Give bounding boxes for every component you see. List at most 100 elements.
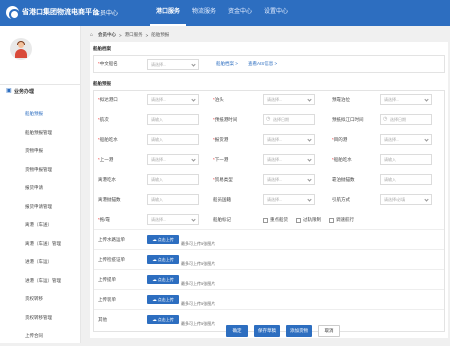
voyage-input[interactable]: 请输入: [147, 114, 199, 125]
sidebar-item-cargo-declare-manage[interactable]: 货物申报管理: [0, 161, 81, 180]
crew-nationality-select[interactable]: 请选择...: [263, 194, 315, 205]
sidebar-item-cargo-declare[interactable]: 货物申报: [0, 142, 81, 161]
confirm-button[interactable]: 确定: [226, 325, 248, 337]
sidebar-item-ship-forecast-manage[interactable]: 船舶预报管理: [0, 124, 81, 143]
upload-hint: 最多可上传5张图片: [181, 281, 216, 286]
cancel-button[interactable]: 取消: [318, 325, 340, 337]
divider: [0, 84, 81, 85]
tug-select[interactable]: 请选择...: [147, 214, 199, 225]
upload-label: 上传水路运单: [98, 237, 125, 242]
sidebar-item-arrival-manage[interactable]: 进港（车运）管理: [0, 272, 81, 291]
upload-hint: 最多可上传5张图片: [181, 261, 216, 266]
breadcrumb: ⌂ 会员中心 > 港口服务 > 船舶预报: [90, 32, 169, 38]
field-label: 靠泊抛锚数: [332, 177, 355, 182]
divider: [94, 289, 444, 290]
field-label: *报货港: [213, 137, 229, 142]
section-title: 船舶预报: [93, 81, 111, 86]
upload-icon: ☁: [152, 237, 157, 242]
field-label: 船员国籍: [213, 197, 231, 202]
ais-info-link[interactable]: 查看AIS信息 >: [248, 61, 277, 67]
consignor-port-select[interactable]: 请选择...: [263, 134, 315, 145]
breadcrumb-item: 船舶预报: [151, 32, 170, 37]
field-label: 预靠泊位: [332, 97, 350, 102]
upload-button[interactable]: ☁点击上传: [147, 315, 179, 324]
berth-select[interactable]: 请选择...: [263, 94, 315, 105]
upload-icon: ☁: [152, 257, 157, 262]
field-label: *航次: [98, 117, 109, 122]
upload-icon: ☁: [152, 297, 157, 302]
nav-finance-center[interactable]: 资金中心: [222, 0, 258, 26]
load-port-select[interactable]: 请选择...: [147, 94, 199, 105]
trade-type-select[interactable]: 请选择...: [263, 174, 315, 185]
briefcase-icon: ▣: [6, 88, 12, 94]
sidebar-item-departure-manage[interactable]: 离港（车送）管理: [0, 235, 81, 254]
sidebar-item-report-apply[interactable]: 报货申请: [0, 179, 81, 198]
ship-forecast-box: [93, 90, 445, 332]
ship-archive-link[interactable]: 船舶档案 >: [216, 61, 238, 67]
field-label: *下一港: [213, 157, 229, 162]
breadcrumb-item[interactable]: 会员中心: [98, 32, 116, 38]
checkbox-rail-limit[interactable]: 过轨限制: [296, 217, 321, 223]
field-label: *预抵港时间: [213, 117, 238, 122]
sidebar: ▣ 业务办理 船舶预报 船舶预报管理 货物申报 货物申报管理 报货申请 报货申请…: [0, 26, 81, 343]
upload-button[interactable]: ☁点击上传: [147, 275, 179, 284]
field-label: 预抵拟江口时间: [332, 117, 364, 122]
upload-icon: ☁: [152, 277, 157, 282]
upload-label: 其他: [98, 317, 107, 322]
breadcrumb-separator: >: [145, 32, 149, 38]
upload-hint: 最多可上传5张图片: [181, 321, 216, 326]
brand-title: 省港口集团物流电商平台: [22, 9, 99, 16]
berth-anchor-input[interactable]: 请输入: [380, 174, 432, 185]
departure-draft-input[interactable]: 请输入: [147, 174, 199, 185]
sidebar-item-arrival[interactable]: 进港（车运）: [0, 253, 81, 272]
avatar[interactable]: [10, 38, 32, 60]
pilot-method-select[interactable]: 请选择/必填: [380, 194, 432, 205]
brand-subtitle: 会员中心: [94, 11, 119, 17]
divider: [94, 229, 444, 230]
upload-label: 上传装单: [98, 297, 116, 302]
sidebar-list: 船舶预报 船舶预报管理 货物申报 货物申报管理 报货申请 报货申请管理 离港（车…: [0, 105, 81, 346]
field-label: *目的港: [332, 137, 348, 142]
expected-berth-select[interactable]: 请选择...: [380, 94, 432, 105]
sidebar-item-departure[interactable]: 离港（车送）: [0, 216, 81, 235]
draft-input[interactable]: 请输入: [147, 134, 199, 145]
prev-port-select[interactable]: 请选择...: [147, 154, 199, 165]
save-draft-button[interactable]: 保存草稿: [254, 325, 280, 337]
field-label: *拟达港口: [98, 97, 118, 102]
sidebar-section-title: 业务办理: [14, 89, 35, 95]
sidebar-item-report-apply-manage[interactable]: 报货申请管理: [0, 198, 81, 217]
checkbox-speed-adjust[interactable]: 调速航行: [329, 217, 354, 223]
nav-port-service[interactable]: 港口服务: [150, 0, 187, 26]
field-label: *船舶吃水: [98, 137, 118, 142]
dest-port-select[interactable]: 请选择...: [380, 134, 432, 145]
upload-button[interactable]: ☁点击上传: [147, 235, 179, 244]
field-label: *泊头: [213, 97, 224, 102]
ship-name-select[interactable]: 请选择...: [147, 59, 199, 70]
home-icon: ⌂: [90, 31, 94, 38]
upload-button[interactable]: ☁点击上传: [147, 255, 179, 264]
section-title: 船舶档案: [93, 46, 111, 51]
next-port-select[interactable]: 请选择...: [263, 154, 315, 165]
nav-settings-center[interactable]: 设置中心: [258, 0, 294, 26]
field-label: *中文船名: [98, 61, 118, 66]
upload-button[interactable]: ☁点击上传: [147, 295, 179, 304]
field-label: *贸易类型: [213, 177, 233, 182]
main-content: ⌂ 会员中心 > 港口服务 > 船舶预报 船舶档案 *中文船名 请选择... 船…: [86, 26, 450, 343]
etd-date-picker[interactable]: 选择日期: [380, 114, 432, 125]
field-label: 船舶标记: [213, 217, 231, 222]
upload-icon: ☁: [152, 317, 157, 322]
sidebar-item-transfer[interactable]: 货权转移: [0, 290, 81, 309]
sidebar-item-ship-forecast[interactable]: 船舶预报: [0, 105, 81, 124]
divider: [94, 309, 444, 310]
field-label: *拖/靠: [98, 217, 111, 222]
nav-logistics-service[interactable]: 物流服务: [186, 0, 222, 26]
eta-date-picker[interactable]: 选择日期: [263, 114, 315, 125]
divider: [94, 249, 444, 250]
field-label: 离港吃水: [98, 177, 116, 182]
breadcrumb-item[interactable]: 港口服务: [125, 32, 143, 38]
add-cargo-button[interactable]: 添加货物: [286, 325, 312, 337]
arrival-draft-input[interactable]: 请输入: [380, 154, 432, 165]
checkbox-key-cargo[interactable]: 重点船货: [263, 217, 288, 223]
sidebar-item-transfer-manage[interactable]: 货权转移管理: [0, 309, 81, 328]
departure-anchor-input[interactable]: 请输入: [147, 194, 199, 205]
